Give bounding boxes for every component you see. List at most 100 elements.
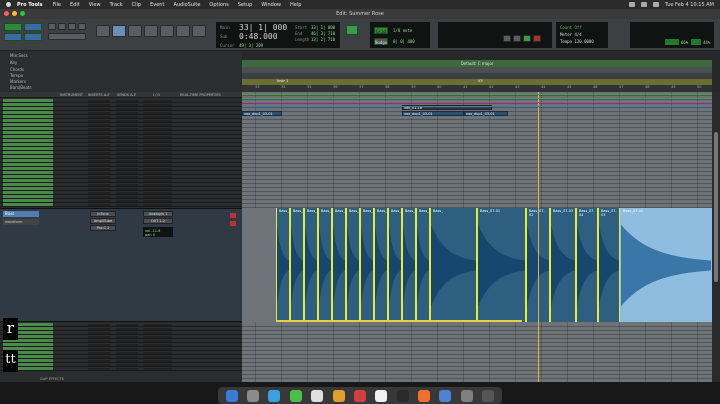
track-slot[interactable] <box>88 99 110 102</box>
track-slot[interactable] <box>152 347 172 350</box>
track-slot[interactable] <box>88 327 110 330</box>
track-name-slot[interactable] <box>3 103 53 106</box>
track-slot[interactable] <box>88 147 110 150</box>
track-slot[interactable] <box>88 131 110 134</box>
track-name-slot[interactable] <box>3 99 53 102</box>
track-slot[interactable] <box>152 195 172 198</box>
track-slot[interactable] <box>116 347 138 350</box>
track-name-slot[interactable] <box>3 195 53 198</box>
app-store-icon[interactable] <box>439 389 452 402</box>
wifi-icon[interactable] <box>640 2 647 7</box>
track-slot[interactable] <box>152 183 172 186</box>
input-monitor-button[interactable] <box>230 221 236 226</box>
bass-clip[interactable]: Bass_ <box>430 208 477 322</box>
track-slot[interactable] <box>88 367 110 370</box>
track-name-slot[interactable] <box>3 155 53 158</box>
track-slot[interactable] <box>116 343 138 346</box>
track-slot[interactable] <box>88 323 110 326</box>
track-name-slot[interactable] <box>3 203 53 206</box>
spot-mode-button[interactable] <box>24 23 42 31</box>
bass-clip[interactable]: Bass_ <box>318 208 332 322</box>
menu-help[interactable]: Help <box>290 2 301 8</box>
track-slot[interactable] <box>152 167 172 170</box>
rewind-button[interactable] <box>503 35 511 42</box>
menu-audiosuite[interactable]: AudioSuite <box>173 2 200 8</box>
track-slot[interactable] <box>88 127 110 130</box>
playhead-cursor[interactable] <box>538 92 539 382</box>
track-slot[interactable] <box>152 355 172 358</box>
track-slot[interactable] <box>88 103 110 106</box>
track-name-slot[interactable] <box>3 127 53 130</box>
bass-clip[interactable]: Bass_07-03 <box>550 208 576 322</box>
smart-tool-icon[interactable] <box>144 25 158 37</box>
track-name-slot[interactable] <box>3 171 53 174</box>
track-slot[interactable] <box>116 99 138 102</box>
track-view-selector[interactable]: waveform <box>3 219 39 225</box>
track-name-slot[interactable] <box>3 343 53 346</box>
track-lane[interactable] <box>242 375 712 379</box>
track-slot[interactable] <box>116 339 138 342</box>
track-slot[interactable] <box>116 139 138 142</box>
track-name-slot[interactable] <box>3 135 53 138</box>
app-menu[interactable]: Pro Tools <box>17 2 43 8</box>
track-name-slot[interactable] <box>3 183 53 186</box>
search-icon[interactable] <box>652 2 659 7</box>
track-slot[interactable] <box>152 343 172 346</box>
track-name-slot[interactable] <box>3 151 53 154</box>
track-slot[interactable] <box>116 331 138 334</box>
track-slot[interactable] <box>116 335 138 338</box>
marker-instr[interactable]: Instr 1 <box>277 79 288 83</box>
track-slot[interactable] <box>152 131 172 134</box>
track-slot[interactable] <box>116 199 138 202</box>
track-slot[interactable] <box>152 199 172 202</box>
track-slot[interactable] <box>88 175 110 178</box>
photos-icon[interactable] <box>332 389 345 402</box>
track-slot[interactable] <box>88 151 110 154</box>
main-counter[interactable]: Main 33| 1| 000 Sub 0:48.000 Cursor 49| … <box>216 22 340 48</box>
track-slot[interactable] <box>152 323 172 326</box>
settings-icon[interactable] <box>460 389 473 402</box>
track-slot[interactable] <box>152 339 172 342</box>
menu-window[interactable]: Window <box>261 2 281 8</box>
ruler-key[interactable]: Key <box>10 60 17 65</box>
track-slot[interactable] <box>88 183 110 186</box>
track-slot[interactable] <box>116 159 138 162</box>
track-slot[interactable] <box>88 171 110 174</box>
minimize-icon[interactable] <box>12 11 17 16</box>
track-name-slot[interactable] <box>3 163 53 166</box>
track-name-slot[interactable] <box>3 111 53 114</box>
zoom-button-3[interactable] <box>68 23 76 30</box>
bass-clip[interactable]: Bass_ <box>304 208 318 322</box>
menu-file[interactable]: File <box>53 2 61 8</box>
track-slot[interactable] <box>152 107 172 110</box>
track-slot[interactable] <box>152 327 172 330</box>
bass-track-name[interactable]: Bass <box>3 211 39 217</box>
pencil-alt-tool-icon[interactable] <box>192 25 206 37</box>
track-slot[interactable] <box>88 163 110 166</box>
track-slot[interactable] <box>116 367 138 370</box>
track-slot[interactable] <box>152 159 172 162</box>
track-slot[interactable] <box>116 351 138 354</box>
zoom-icon[interactable] <box>20 11 25 16</box>
track-name-slot[interactable] <box>3 119 53 122</box>
track-name-slot[interactable] <box>3 191 53 194</box>
music-icon[interactable] <box>418 389 431 402</box>
marker-v3[interactable]: V3 <box>478 79 483 83</box>
track-slot[interactable] <box>116 179 138 182</box>
track-slot[interactable] <box>88 203 110 206</box>
bass-clip[interactable]: Bass_ <box>360 208 374 322</box>
track-slot[interactable] <box>152 123 172 126</box>
track-slot[interactable] <box>88 355 110 358</box>
menu-options[interactable]: Options <box>209 2 228 8</box>
track-name-slot[interactable] <box>3 187 53 190</box>
volume-pan-display[interactable]: vol -11.6 pan 0 <box>143 227 173 237</box>
safari-icon[interactable] <box>268 389 281 402</box>
menu-track[interactable]: Track <box>110 2 123 8</box>
ruler-chords[interactable]: Chords <box>10 67 24 72</box>
slip-mode-button[interactable] <box>4 33 22 41</box>
bass-clip[interactable]: Bass_07-04 <box>576 208 598 322</box>
output-selector[interactable]: OUT 1-2 <box>143 218 173 224</box>
track-slot[interactable] <box>116 183 138 186</box>
record-arm-icon[interactable] <box>346 25 358 35</box>
track-slot[interactable] <box>152 351 172 354</box>
